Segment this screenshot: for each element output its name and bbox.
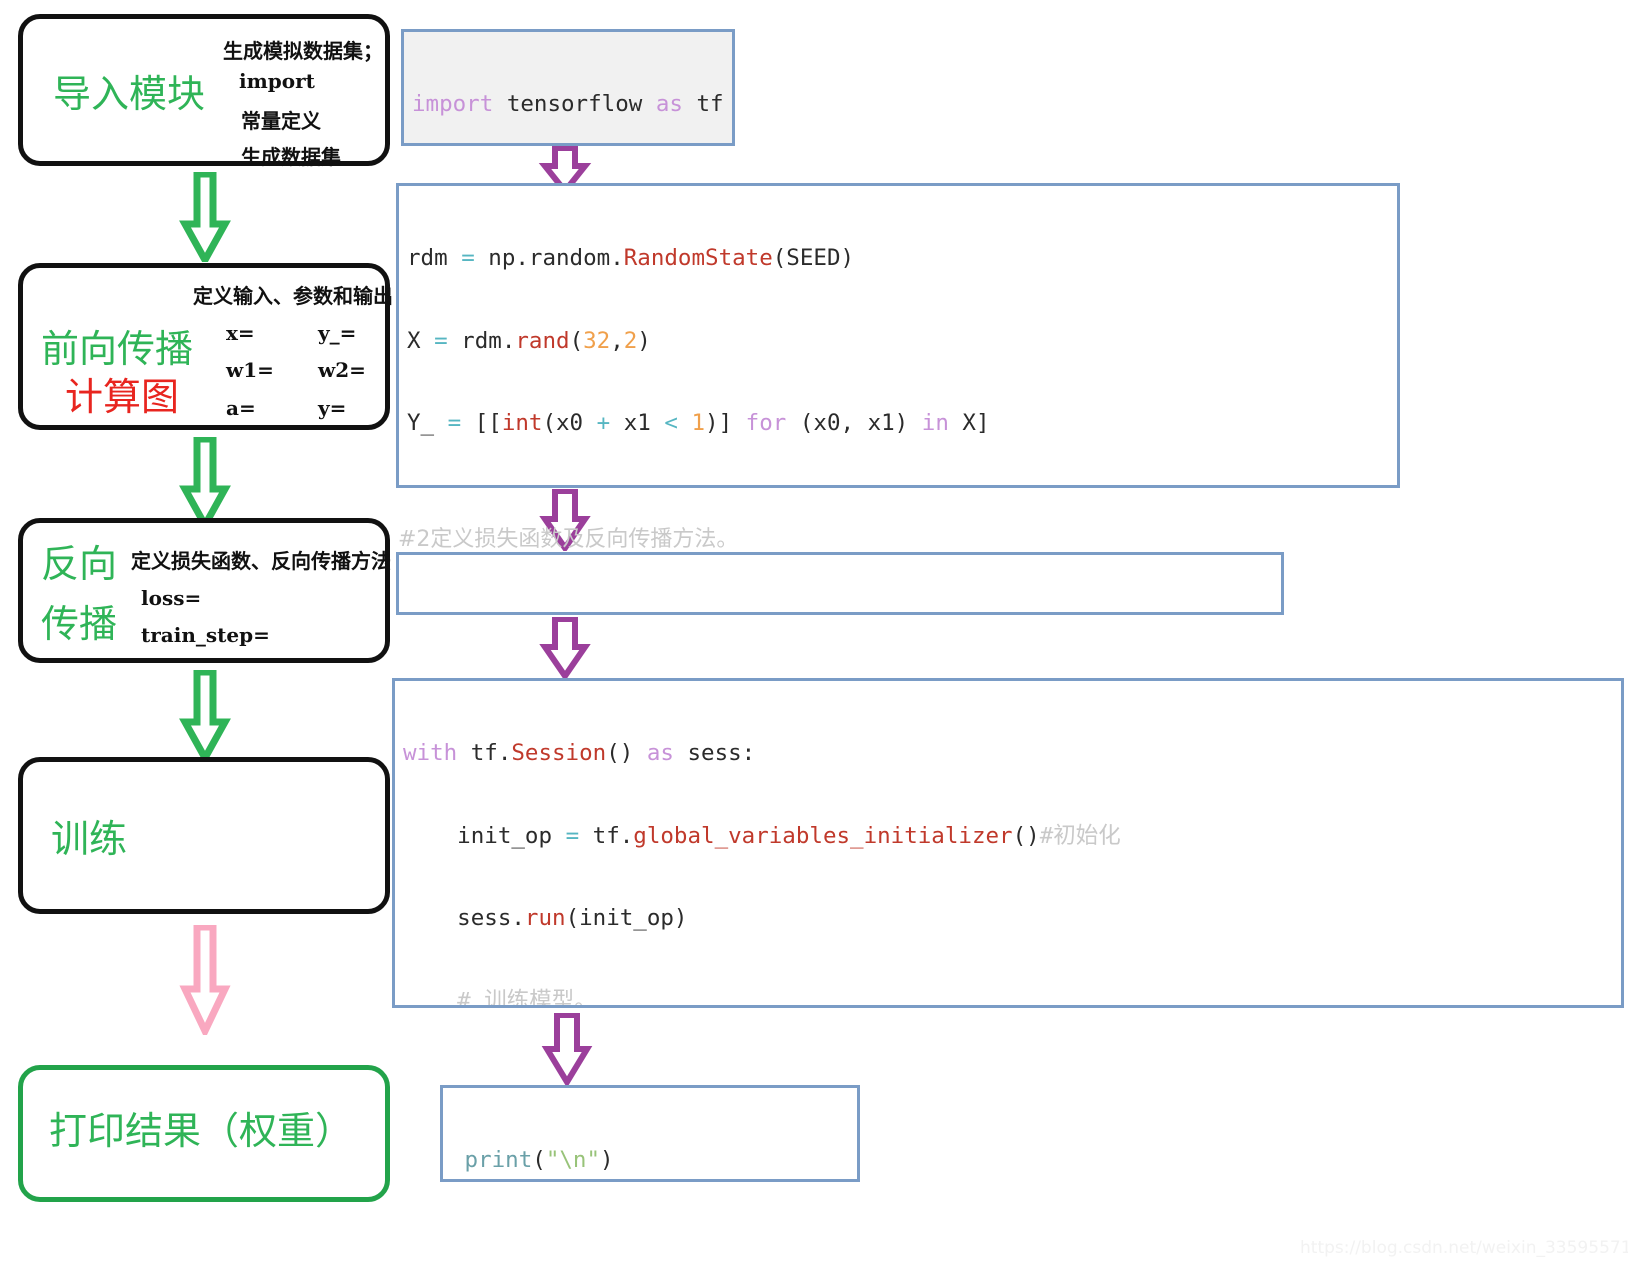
- code-line: sess.run(init_op): [403, 905, 688, 931]
- stage-note-back-trainstep: train_step=: [141, 623, 270, 647]
- stage-title-forward-propagation: 前向传播: [41, 327, 194, 371]
- arrow-train-to-print: [179, 925, 231, 1035]
- stage-note-forward-y: y=: [318, 396, 347, 420]
- code-block-forward: rdm = np.random.RandomState(SEED) X = rd…: [396, 183, 1400, 488]
- watermark-url: https://blog.csdn.net/weixin_33595571: [1300, 1238, 1628, 1258]
- stage-note-back-loss: loss=: [141, 586, 202, 610]
- code-line: Y_ = [[int(x0 + x1 < 1)] for (x0, x1) in…: [407, 410, 990, 436]
- stage-subtitle-computation-graph: 计算图: [65, 375, 180, 419]
- code-line: init_op = tf.global_variables_initialize…: [403, 822, 1121, 849]
- stage-heading-back: 定义损失函数、反向传播方法: [131, 549, 391, 573]
- diagram-canvas: 导入模块 生成模拟数据集； import 常量定义 生成数据集 定义输入、参数和…: [0, 0, 1628, 1284]
- stage-note-import-2: 常量定义: [241, 109, 321, 133]
- stage-title-back-line1: 反向: [41, 542, 118, 586]
- stage-box-training: 训练: [18, 757, 390, 914]
- code-line: # 训练模型。: [403, 987, 597, 1008]
- code-line: X = rdm.rand(32,2): [407, 327, 651, 354]
- arrow-forward-to-back: [179, 437, 231, 527]
- stage-box-forward-propagation: 定义输入、参数和输出 前向传播 计算图 x= y_= w1= w2= a= y=: [18, 263, 393, 430]
- stage-title-training: 训练: [51, 817, 128, 861]
- code-line: import tensorflow as tf: [412, 91, 724, 117]
- arrow-back-to-train: [179, 670, 231, 760]
- stage-box-import-module: 导入模块 生成模拟数据集； import 常量定义 生成数据集: [18, 14, 390, 169]
- code-line: print("\n"): [464, 1147, 614, 1173]
- stage-title-print-result: 打印结果（权重）: [49, 1109, 354, 1153]
- code-comment-loss-section: #2定义损失函数及反向传播方法。: [398, 527, 739, 552]
- arrow-import-to-forward: [179, 172, 231, 262]
- stage-box-back-propagation: 定义损失函数、反向传播方法 反向 传播 loss= train_step=: [18, 518, 391, 663]
- stage-note-forward-w1: w1=: [226, 358, 274, 382]
- stage-note-import-0: 生成模拟数据集；: [223, 39, 383, 63]
- code-line: with tf.Session() as sess:: [403, 740, 756, 766]
- stage-heading-forward: 定义输入、参数和输出: [193, 284, 393, 308]
- stage-title-import-module: 导入模块: [53, 72, 206, 116]
- stage-note-forward-w2: w2=: [318, 358, 366, 382]
- stage-box-print-result: 打印结果（权重）: [18, 1065, 390, 1202]
- code-line: loss_mse = tf.reduce_mean(tf.square(y-y_…: [407, 614, 1275, 615]
- code-block-print: print("\n") print("w1:\n", sess.run(w1))…: [440, 1085, 860, 1182]
- stage-note-forward-a: a=: [226, 396, 256, 420]
- code-block-imports: import tensorflow as tf import numpy as …: [401, 29, 735, 146]
- stage-note-forward-ylabel: y_=: [318, 321, 357, 345]
- code-line: rdm = np.random.RandomState(SEED): [407, 245, 855, 271]
- stage-title-back-line2: 传播: [41, 602, 118, 646]
- stage-note-forward-x: x=: [226, 321, 255, 345]
- code-block-train: with tf.Session() as sess: init_op = tf.…: [392, 678, 1624, 1008]
- code-block-loss: loss_mse = tf.reduce_mean(tf.square(y-y_…: [396, 552, 1284, 615]
- arrow-code3-to-code4: [539, 617, 591, 679]
- stage-note-import-3: 生成数据集: [241, 145, 341, 169]
- arrow-code4-to-code5: [541, 1013, 593, 1085]
- stage-note-import-1: import: [239, 69, 315, 93]
